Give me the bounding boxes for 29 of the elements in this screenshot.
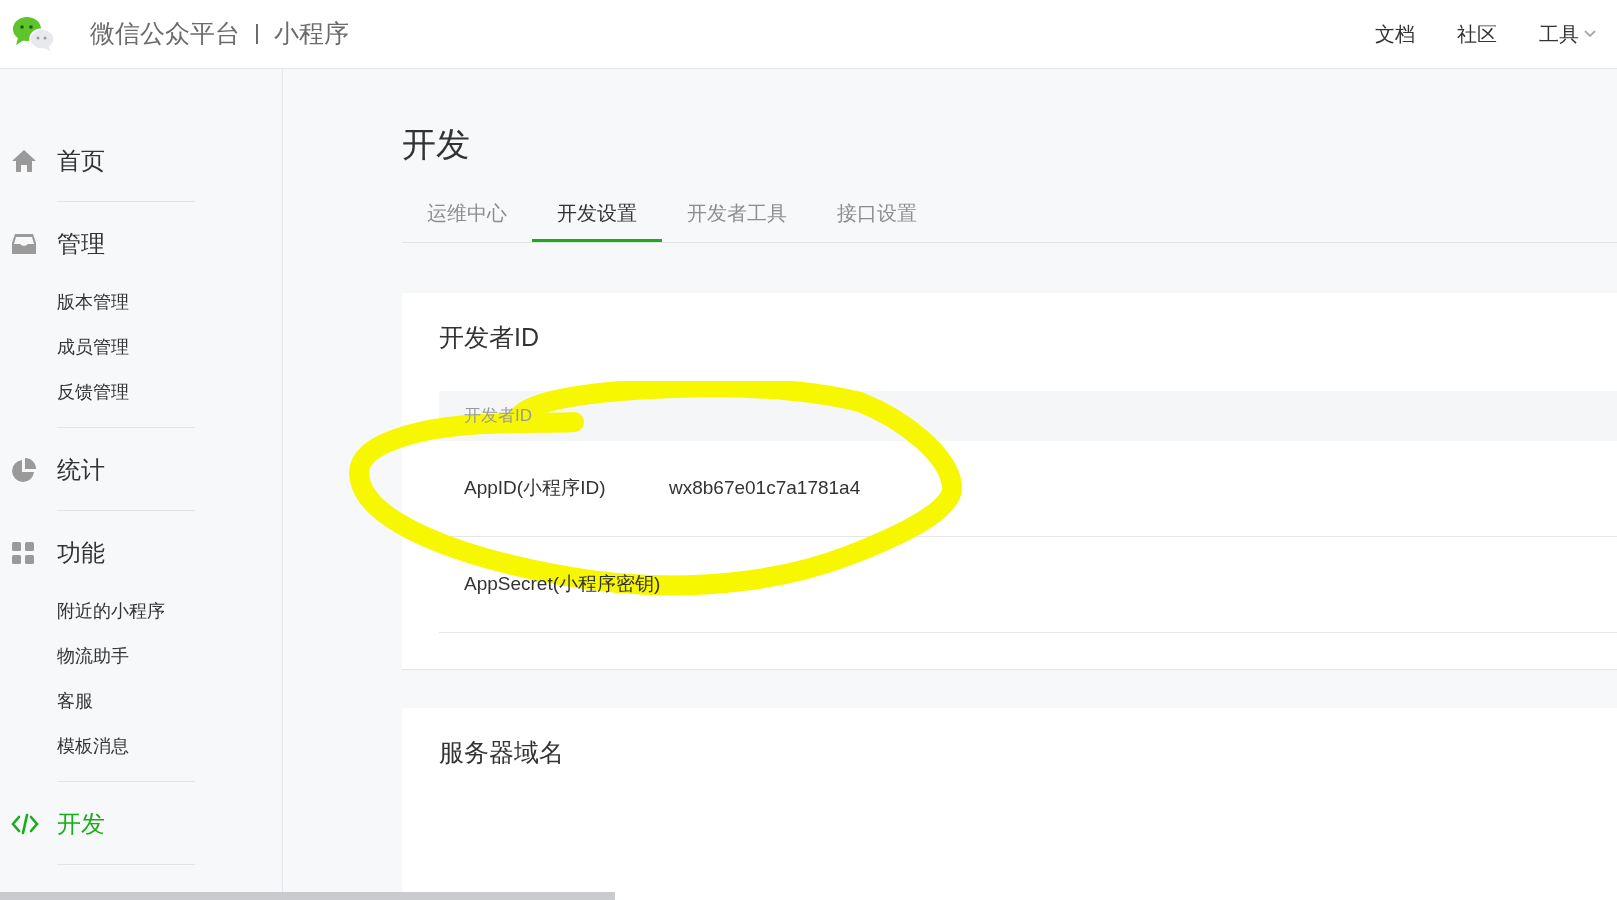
code-icon (11, 813, 39, 835)
chat-bubbles-logo (12, 16, 56, 52)
sidebar-subitem[interactable]: 客服 (0, 679, 282, 724)
scrollbar[interactable] (0, 892, 615, 900)
sidebar-item[interactable]: 首页 (0, 133, 282, 189)
sidebar-item[interactable]: 管理 (0, 216, 282, 272)
grid-icon (11, 541, 35, 565)
sidebar-item[interactable]: 统计 (0, 442, 282, 498)
product-name: 小程序 (274, 18, 349, 50)
table-cell-text: wx8b67e01c7a1781a4 (669, 475, 861, 500)
sidebar-subitem[interactable]: 物流助手 (0, 634, 282, 679)
home-icon (11, 149, 37, 173)
sidebar-subitem[interactable]: 附近的小程序 (0, 589, 282, 634)
pie-chart-icon (11, 457, 37, 483)
card-title: 开发者ID (439, 322, 540, 353)
sidebar-subitem[interactable]: 成员管理 (0, 325, 282, 370)
page-title: 开发 (402, 124, 471, 165)
sidebar-subitem[interactable]: 模板消息 (0, 724, 282, 769)
nav-link[interactable]: 文档 (1375, 19, 1415, 49)
sidebar-subitem[interactable]: 反馈管理 (0, 370, 282, 415)
card-title: 服务器域名 (439, 736, 565, 768)
table-cell-text: AppID(小程序ID) (464, 475, 607, 500)
tab[interactable]: 开发设置 (532, 187, 662, 242)
brand-name: 微信公众平台 (90, 18, 240, 50)
nav-link[interactable]: 社区 (1457, 19, 1497, 49)
inbox-icon (11, 233, 37, 255)
sidebar-item[interactable]: 功能 (0, 525, 282, 581)
sidebar-subitem[interactable]: 版本管理 (0, 280, 282, 325)
nav-link[interactable]: 工具 (1539, 19, 1597, 49)
